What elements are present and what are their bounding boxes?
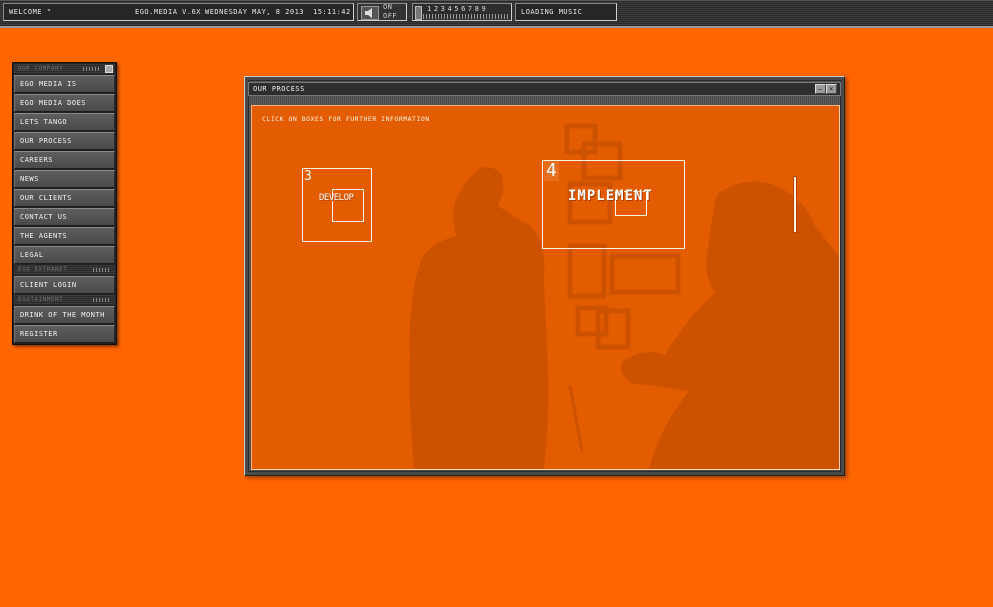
clock-text: 15:11:42 xyxy=(313,8,351,16)
step-label: IMPLEMENT xyxy=(568,188,653,204)
sound-off-button[interactable]: OFF xyxy=(383,12,397,20)
window-titlebar[interactable]: OUR PROCESS — × xyxy=(248,82,841,96)
version-text: EGO.MEDIA V.6X xyxy=(135,8,202,16)
speaker-icon[interactable] xyxy=(361,6,379,20)
drag-handle-icon[interactable] xyxy=(93,298,111,302)
menu-item-our-process[interactable]: OUR PROCESS xyxy=(14,132,115,150)
menu-item-contact-us[interactable]: CONTACT US xyxy=(14,208,115,226)
menu-item-legal[interactable]: LEGAL xyxy=(14,246,115,264)
menu-section-header[interactable]: EGOTAINMENT xyxy=(14,295,115,305)
track-selector[interactable]: 123456789 xyxy=(412,3,512,21)
step-number: 3 xyxy=(304,169,312,184)
step-box-develop[interactable]: 3 DEVELOP xyxy=(302,168,372,242)
sound-toggle[interactable]: ON OFF xyxy=(357,3,407,21)
window-content: CLICK ON BOXES FOR FURTHER INFORMATION 3… xyxy=(251,105,840,470)
instruction-text: CLICK ON BOXES FOR FURTHER INFORMATION xyxy=(262,115,430,123)
menu-item-our-clients[interactable]: OUR CLIENTS xyxy=(14,189,115,207)
menu-item-ego-media-is[interactable]: EGO MEDIA IS xyxy=(14,75,115,93)
sidebar-menu: OUR COMPANY EGO MEDIA IS EGO MEDIA DOES … xyxy=(12,62,117,345)
step-box-implement[interactable]: 4 IMPLEMENT xyxy=(542,160,685,249)
menu-section-header[interactable]: OUR COMPANY xyxy=(14,64,115,74)
menu-item-careers[interactable]: CAREERS xyxy=(14,151,115,169)
music-status: LOADING MUSIC xyxy=(515,3,617,21)
sound-on-button[interactable]: ON xyxy=(383,3,392,11)
menu-section-title: OUR COMPANY xyxy=(18,65,64,72)
track-ticks xyxy=(423,14,509,19)
minimize-button[interactable]: — xyxy=(815,84,826,94)
menu-section-title: EGO EXTRANET xyxy=(18,266,68,273)
close-button[interactable]: × xyxy=(826,84,837,94)
collapse-box-icon[interactable] xyxy=(105,65,113,73)
menu-item-client-login[interactable]: CLIENT LOGIN xyxy=(14,276,115,294)
menu-item-register[interactable]: REGISTER xyxy=(14,325,115,343)
menu-item-lets-tango[interactable]: LETS TANGO xyxy=(14,113,115,131)
welcome-text: WELCOME " xyxy=(9,8,52,16)
menu-item-the-agents[interactable]: THE AGENTS xyxy=(14,227,115,245)
track-numbers[interactable]: 123456789 xyxy=(427,4,488,14)
menu-section-title: EGOTAINMENT xyxy=(18,296,64,303)
menu-item-drink-of-the-month[interactable]: DRINK OF THE MONTH xyxy=(14,306,115,324)
top-status-bar: WELCOME " EGO.MEDIA V.6X WEDNESDAY MAY, … xyxy=(0,0,993,28)
scroll-indicator[interactable] xyxy=(793,176,797,233)
window-title: OUR PROCESS xyxy=(253,85,305,93)
drag-handle-icon[interactable] xyxy=(83,67,101,71)
menu-section-header[interactable]: EGO EXTRANET xyxy=(14,265,115,275)
drag-handle-icon[interactable] xyxy=(93,268,111,272)
track-slider-handle[interactable] xyxy=(415,6,422,20)
menu-item-news[interactable]: NEWS xyxy=(14,170,115,188)
our-process-window: OUR PROCESS — × CLICK ON BOXES FOR FURTH… xyxy=(244,76,845,476)
welcome-panel: WELCOME " EGO.MEDIA V.6X WEDNESDAY MAY, … xyxy=(3,3,354,21)
step-label: DEVELOP xyxy=(319,193,354,203)
date-text: WEDNESDAY MAY, 8 2013 xyxy=(205,8,305,16)
menu-item-ego-media-does[interactable]: EGO MEDIA DOES xyxy=(14,94,115,112)
step-number: 4 xyxy=(544,160,559,181)
